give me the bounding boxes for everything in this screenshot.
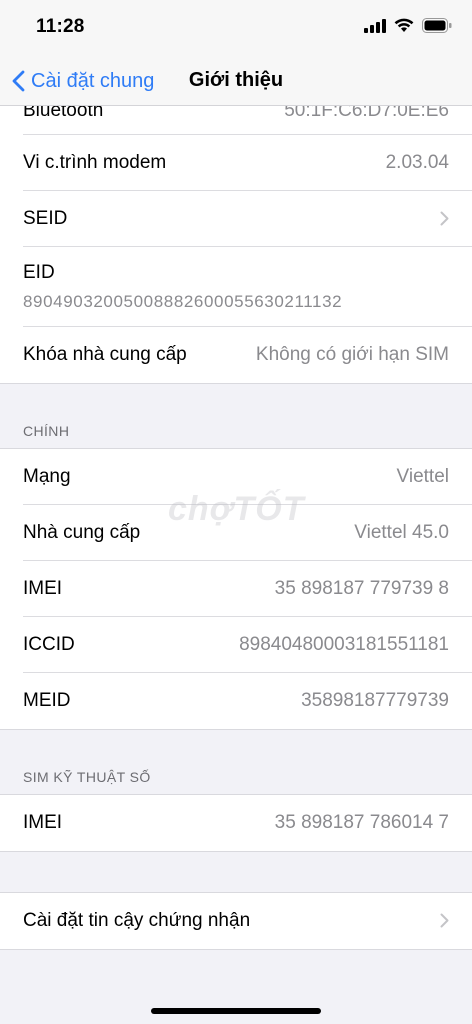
row-value: 50:1F:C6:D7:0E:E6 xyxy=(284,106,449,121)
status-icons xyxy=(364,18,452,38)
row-label: IMEI xyxy=(23,577,63,599)
row-label: Nhà cung cấp xyxy=(23,521,141,543)
status-bar: 11:28 xyxy=(0,0,472,58)
row-value: 2.03.04 xyxy=(385,151,449,173)
row-seid[interactable]: SEID xyxy=(23,191,472,247)
battery-icon xyxy=(422,18,452,38)
wifi-icon xyxy=(394,18,414,38)
row-value: Không có giới hạn SIM xyxy=(255,344,449,365)
row-value: 35898187779739 xyxy=(301,690,449,711)
certificate-group: Cài đặt tin cậy chứng nhận xyxy=(0,892,472,950)
chevron-right-icon xyxy=(440,908,449,934)
row-value: 35 898187 786014 7 xyxy=(274,812,449,833)
row-label: Cài đặt tin cậy chứng nhận xyxy=(23,910,251,931)
row-label: Khóa nhà cung cấp xyxy=(23,344,187,365)
row-meid: MEID 35898187779739 xyxy=(23,673,472,729)
row-modem-firmware: Vi c.trình modem 2.03.04 xyxy=(23,135,472,191)
row-eid: EID 89049032005008882600055630211132 xyxy=(23,247,472,327)
row-carrier-lock: Khóa nhà cung cấp Không có giới hạn SIM xyxy=(23,327,472,383)
row-value: Viettel 45.0 xyxy=(354,521,449,543)
home-indicator[interactable] xyxy=(151,1008,321,1014)
cellular-signal-icon xyxy=(364,18,386,38)
section-header-esim: SIM KỸ THUẬT SỐ xyxy=(23,769,151,785)
row-label: MEID xyxy=(23,690,71,711)
navigation-bar: Cài đặt chung Giới thiệu xyxy=(0,58,472,106)
row-imei: IMEI 35 898187 779739 8 xyxy=(23,561,472,617)
watermark-logo: chợTỐT xyxy=(168,490,305,528)
row-iccid: ICCID 89840480003181551181 xyxy=(23,617,472,673)
page-title: Giới thiệu xyxy=(188,69,284,91)
row-value: Viettel xyxy=(396,465,449,487)
row-label: Vi c.trình modem xyxy=(23,151,167,173)
esim-group: IMEI 35 898187 786014 7 xyxy=(0,794,472,852)
chevron-right-icon xyxy=(440,206,449,232)
row-value: 89840480003181551181 xyxy=(239,633,449,655)
row-label: Mạng xyxy=(23,465,71,487)
row-value: 89049032005008882600055630211132 xyxy=(23,291,343,311)
about-info-group: Bluetooth 50:1F:C6:D7:0E:E6 Vi c.trình m… xyxy=(0,106,472,384)
section-header-main: CHÍNH xyxy=(23,423,70,439)
row-label: Bluetooth xyxy=(23,106,104,121)
row-label: IMEI xyxy=(23,812,63,833)
row-value: 35 898187 779739 8 xyxy=(274,577,449,599)
row-certificate-trust-settings[interactable]: Cài đặt tin cậy chứng nhận xyxy=(23,893,472,949)
status-time: 11:28 xyxy=(36,16,85,37)
row-label: EID xyxy=(23,261,55,283)
row-label: SEID xyxy=(23,207,68,229)
row-esim-imei: IMEI 35 898187 786014 7 xyxy=(23,795,472,851)
row-bluetooth: Bluetooth 50:1F:C6:D7:0E:E6 xyxy=(23,106,472,135)
row-label: ICCID xyxy=(23,633,75,655)
